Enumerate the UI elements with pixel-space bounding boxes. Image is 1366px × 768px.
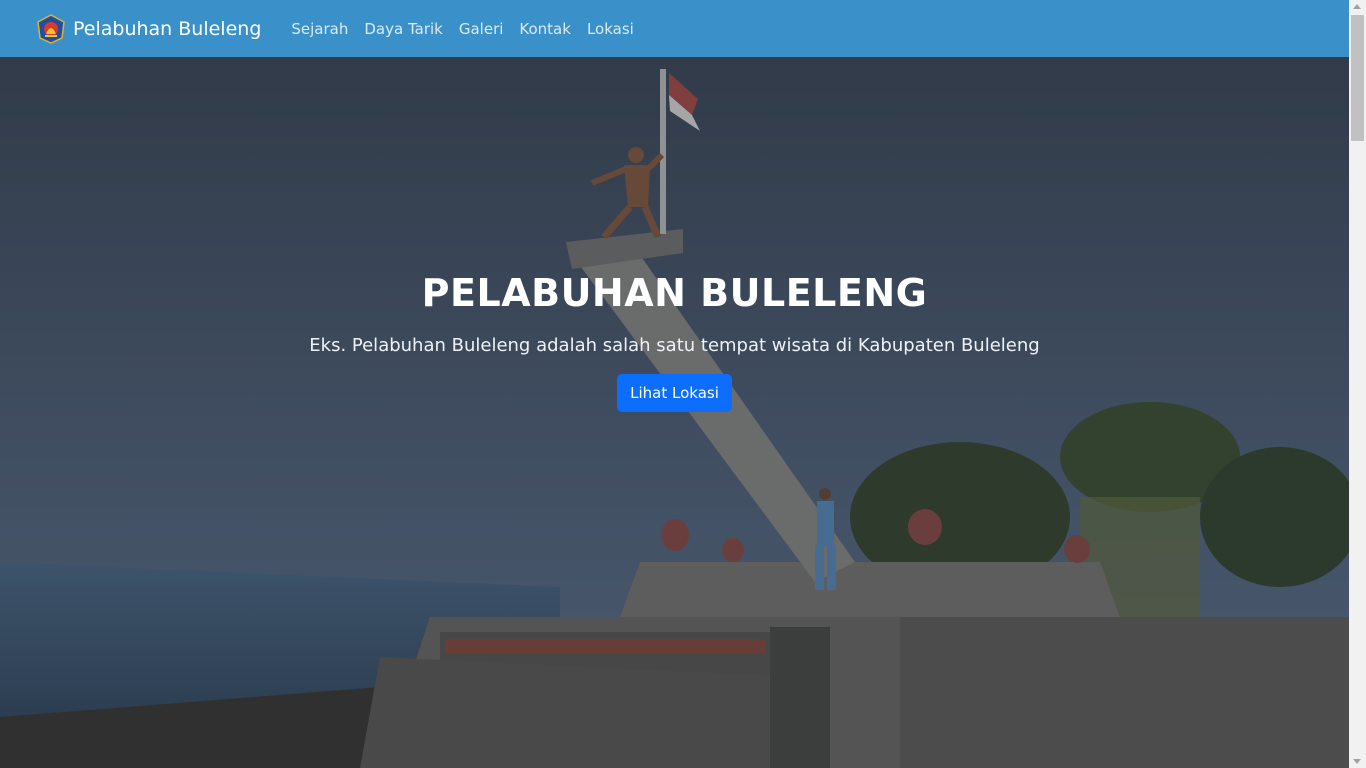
buleleng-emblem-icon	[37, 13, 65, 44]
nav-link-lokasi[interactable]: Lokasi	[587, 20, 634, 38]
page-scrollbar[interactable]	[1349, 0, 1366, 768]
hero-content: PELABUHAN BULELENG Eks. Pelabuhan Bulele…	[0, 271, 1349, 412]
hero-subtitle: Eks. Pelabuhan Buleleng adalah salah sat…	[309, 335, 1040, 356]
nav-link-kontak[interactable]: Kontak	[519, 20, 571, 38]
scrollbar-thumb[interactable]	[1351, 15, 1364, 141]
navbar: Pelabuhan Buleleng Sejarah Daya Tarik Ga…	[0, 0, 1349, 57]
hero-title: PELABUHAN BULELENG	[421, 271, 928, 315]
scroll-up-arrow-icon[interactable]	[1353, 4, 1361, 9]
brand-link[interactable]: Pelabuhan Buleleng	[36, 13, 262, 44]
nav-link-daya-tarik[interactable]: Daya Tarik	[364, 20, 442, 38]
scroll-down-arrow-icon[interactable]	[1353, 759, 1361, 764]
nav-link-galeri[interactable]: Galeri	[459, 20, 504, 38]
hero-background-photo	[0, 57, 1349, 768]
nav-links: Sejarah Daya Tarik Galeri Kontak Lokasi	[291, 20, 633, 38]
hero-section: PELABUHAN BULELENG Eks. Pelabuhan Bulele…	[0, 57, 1349, 768]
brand-title: Pelabuhan Buleleng	[73, 17, 262, 40]
nav-link-sejarah[interactable]: Sejarah	[291, 20, 348, 38]
view-location-button[interactable]: Lihat Lokasi	[617, 374, 732, 412]
